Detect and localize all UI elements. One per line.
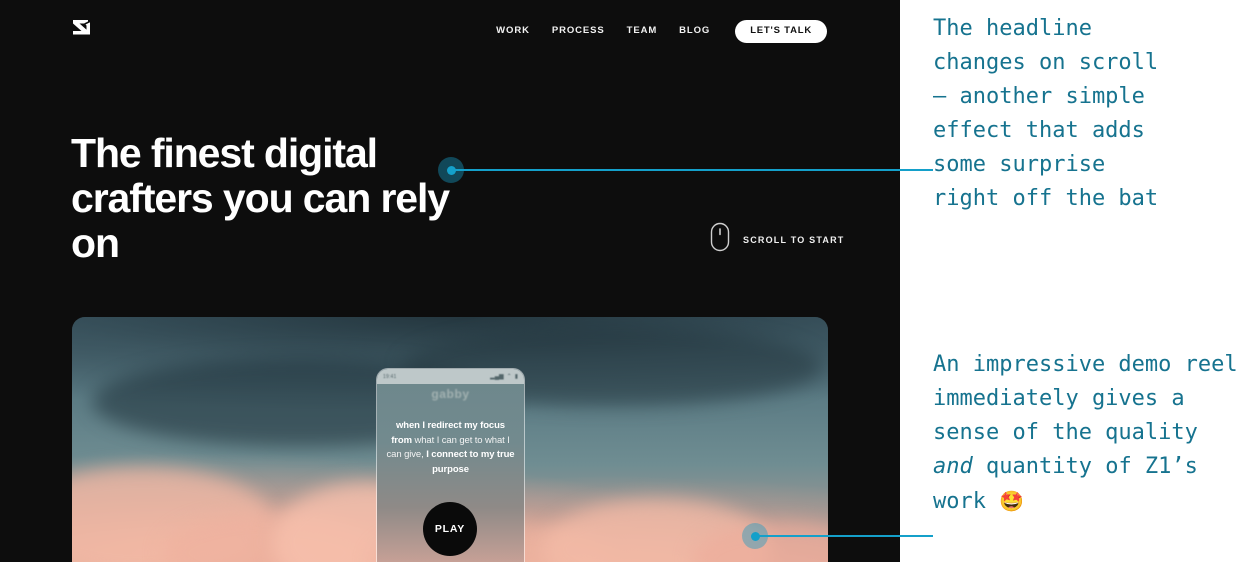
annotation-leader-line-demo-reel bbox=[759, 535, 900, 537]
phone-app-brand: gabby bbox=[431, 387, 470, 401]
annotation-line: – another simple bbox=[933, 84, 1145, 109]
status-icons: ▂▄▆ ⌃ ▮ bbox=[490, 374, 518, 380]
annotation-segment-post: quantity of Z1’s work bbox=[933, 454, 1198, 514]
annotation-line: The headline bbox=[933, 16, 1092, 41]
quote-segment-bold-2: I connect to my true purpose bbox=[426, 449, 515, 475]
star-struck-emoji-icon: 🤩 bbox=[999, 489, 1025, 513]
scroll-to-start-hint: SCROLL TO START bbox=[710, 222, 845, 257]
lets-talk-button[interactable]: LET'S TALK bbox=[735, 20, 827, 43]
website-viewport: WORK PROCESS TEAM BLOG LET'S TALK The fi… bbox=[0, 0, 900, 562]
screenshot-root: WORK PROCESS TEAM BLOG LET'S TALK The fi… bbox=[0, 0, 1240, 562]
page-headline: The finest digital crafters you can rely… bbox=[71, 130, 450, 266]
site-header: WORK PROCESS TEAM BLOG LET'S TALK bbox=[0, 0, 900, 58]
play-button[interactable]: PLAY bbox=[423, 502, 477, 556]
annotation-leader-line-demo-reel-right bbox=[900, 535, 933, 537]
annotation-leader-line-headline-right bbox=[900, 169, 933, 171]
signal-icon: ▂▄▆ bbox=[490, 373, 504, 380]
main-nav: WORK PROCESS TEAM BLOG LET'S TALK bbox=[485, 20, 827, 43]
nav-item-process[interactable]: PROCESS bbox=[541, 22, 616, 40]
phone-status-bar: 19:41 ▂▄▆ ⌃ ▮ bbox=[377, 369, 524, 384]
annotation-line: right off the bat bbox=[933, 186, 1159, 211]
annotation-leader-line-headline bbox=[455, 169, 900, 171]
annotation-line: changes on scroll bbox=[933, 50, 1159, 75]
annotation-line: some surprise bbox=[933, 152, 1106, 177]
annotation-text-demo-reel: An impressive demo reel immediately give… bbox=[933, 348, 1240, 519]
mouse-icon bbox=[710, 222, 730, 257]
nav-item-team[interactable]: TEAM bbox=[616, 22, 669, 40]
annotation-segment-pre: An impressive demo reel immediately give… bbox=[933, 352, 1238, 445]
nav-item-blog[interactable]: BLOG bbox=[668, 22, 721, 40]
annotation-panel: The headline changes on scroll – another… bbox=[900, 0, 1240, 562]
battery-icon: ▮ bbox=[514, 373, 518, 380]
annotation-segment-italic: and bbox=[933, 454, 973, 479]
annotation-text-headline: The headline changes on scroll – another… bbox=[933, 12, 1240, 216]
annotation-line: effect that adds bbox=[933, 118, 1145, 143]
z1-logo-icon[interactable] bbox=[71, 19, 97, 39]
status-time: 19:41 bbox=[383, 373, 397, 380]
scroll-to-start-label: SCROLL TO START bbox=[743, 234, 845, 245]
nav-item-work[interactable]: WORK bbox=[485, 22, 541, 40]
wifi-icon: ⌃ bbox=[506, 373, 512, 380]
phone-quote-text: when I redirect my focus from what I can… bbox=[386, 419, 515, 477]
